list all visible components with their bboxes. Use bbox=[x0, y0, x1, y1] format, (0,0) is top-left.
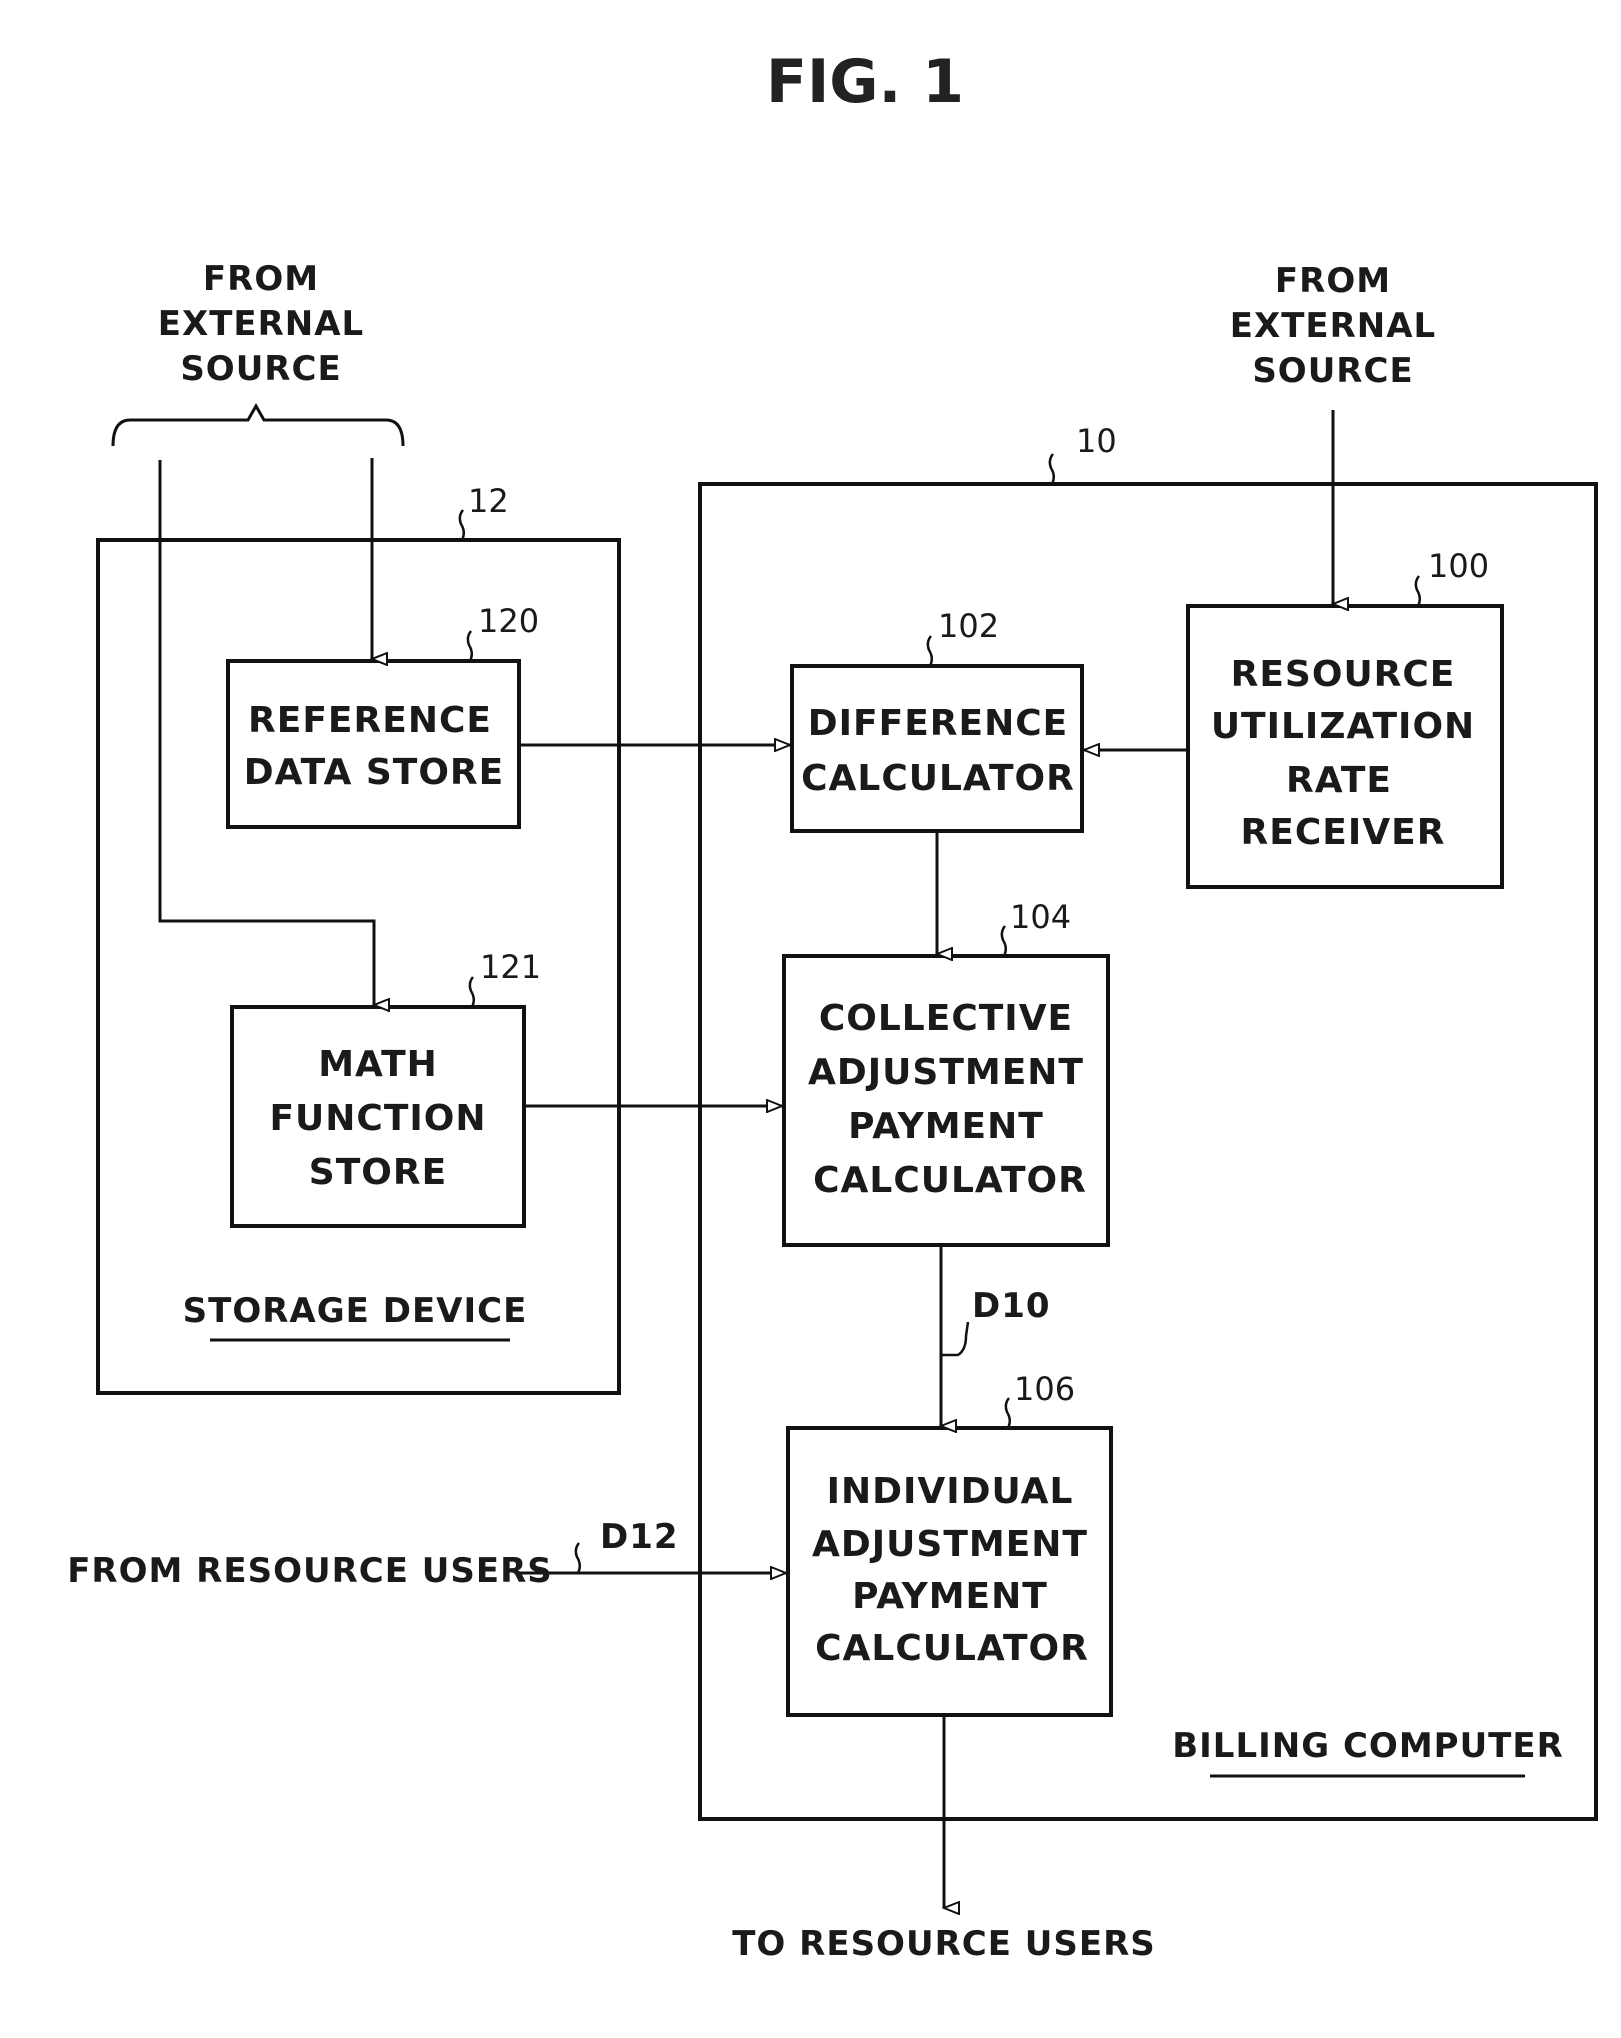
d12-label: D12 bbox=[600, 1517, 679, 1557]
math-function-store-line-2: FUNCTION bbox=[269, 1098, 486, 1139]
collective-calculator-line-2: ADJUSTMENT bbox=[808, 1052, 1084, 1093]
left-external-source-label: FROM EXTERNAL SOURCE bbox=[158, 259, 364, 389]
collective-calculator-ref: 104 bbox=[1010, 898, 1071, 936]
curly-brace bbox=[111, 402, 405, 447]
storage-device-label: STORAGE DEVICE bbox=[183, 1291, 528, 1331]
resource-receiver-line-3: RATE bbox=[1286, 760, 1392, 801]
left-source-line-1: FROM bbox=[203, 259, 319, 299]
left-source-line-3: SOURCE bbox=[180, 349, 341, 389]
math-function-store-line-1: MATH bbox=[318, 1044, 438, 1085]
left-source-line-2: EXTERNAL bbox=[158, 304, 364, 344]
collective-calculator-line-1: COLLECTIVE bbox=[819, 998, 1073, 1039]
storage-device-ref: 12 bbox=[468, 482, 509, 520]
individual-calculator-line-3: PAYMENT bbox=[852, 1576, 1048, 1617]
billing-computer-ref: 10 bbox=[1076, 422, 1117, 460]
right-source-line-3: SOURCE bbox=[1252, 351, 1413, 391]
reference-data-store-box bbox=[226, 659, 521, 829]
reference-data-store-line-1: REFERENCE bbox=[248, 700, 492, 741]
d10-label: D10 bbox=[972, 1286, 1051, 1326]
block-diagram: FIG. 1 FROM EXTERNAL SOURCE FROM EXTERNA… bbox=[67, 47, 1598, 1964]
individual-calculator-line-4: CALCULATOR bbox=[815, 1628, 1089, 1669]
storage-ref-leader bbox=[458, 509, 465, 541]
right-source-line-1: FROM bbox=[1275, 261, 1391, 301]
difference-calculator-box bbox=[790, 664, 1084, 833]
difference-calculator-ref: 102 bbox=[938, 607, 999, 645]
figure-title: FIG. 1 bbox=[766, 47, 964, 117]
math-function-store-line-3: STORE bbox=[309, 1152, 447, 1193]
billing-ref-leader bbox=[1048, 453, 1055, 485]
difference-calculator-line-2: CALCULATOR bbox=[801, 758, 1075, 799]
individual-calculator-ref: 106 bbox=[1014, 1370, 1075, 1408]
math-function-store-ref: 121 bbox=[480, 948, 541, 986]
right-source-line-2: EXTERNAL bbox=[1230, 306, 1436, 346]
resource-receiver-ref: 100 bbox=[1428, 547, 1489, 585]
resource-receiver-line-2: UTILIZATION bbox=[1211, 706, 1475, 747]
d12-leader bbox=[574, 1542, 581, 1574]
resource-receiver-line-4: RECEIVER bbox=[1241, 812, 1446, 853]
right-external-source-label: FROM EXTERNAL SOURCE bbox=[1230, 261, 1436, 391]
to-resource-users-label: TO RESOURCE USERS bbox=[732, 1924, 1156, 1964]
reference-data-store-ref: 120 bbox=[478, 602, 539, 640]
individual-calculator-line-2: ADJUSTMENT bbox=[812, 1524, 1088, 1565]
difference-calculator-line-1: DIFFERENCE bbox=[808, 703, 1069, 744]
resource-receiver-line-1: RESOURCE bbox=[1231, 654, 1456, 695]
collective-calculator-line-3: PAYMENT bbox=[848, 1106, 1044, 1147]
billing-computer-label: BILLING COMPUTER bbox=[1172, 1726, 1564, 1766]
collective-calculator-line-4: CALCULATOR bbox=[813, 1160, 1087, 1201]
from-resource-users-label: FROM RESOURCE USERS bbox=[67, 1551, 553, 1591]
reference-data-store-line-2: DATA STORE bbox=[244, 752, 505, 793]
individual-calculator-line-1: INDIVIDUAL bbox=[827, 1471, 1074, 1512]
